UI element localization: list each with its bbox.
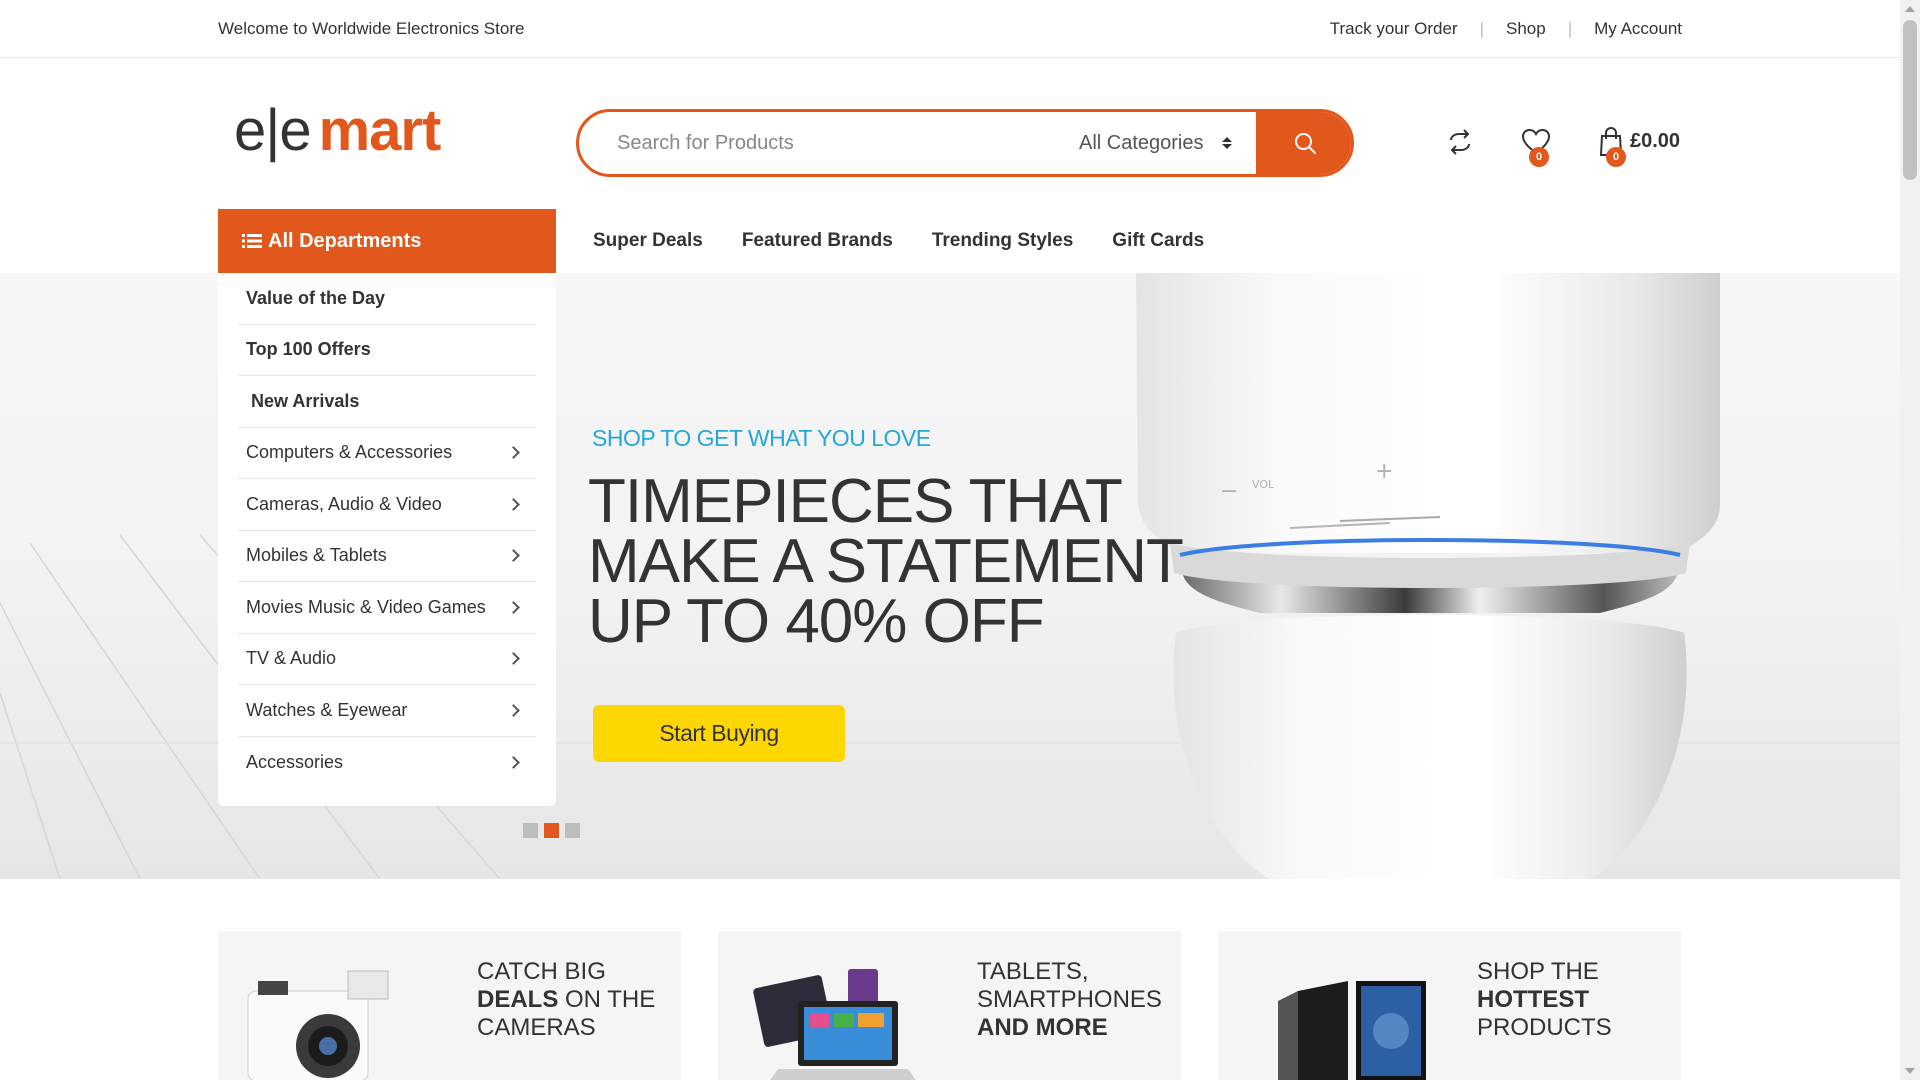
promo-card-hottest[interactable]: SHOP THE HOTTEST PRODUCTS <box>1218 931 1681 1080</box>
compare-icon <box>1450 129 1470 155</box>
main-nav: Super Deals Featured Brands Trending Sty… <box>593 230 1204 252</box>
cart-count-badge: 0 <box>1606 147 1626 167</box>
dept-item-label: Mobiles & Tablets <box>246 545 387 566</box>
compare-button[interactable] <box>1447 129 1473 160</box>
hero-subtitle: SHOP TO GET WHAT YOU LOVE <box>592 425 931 451</box>
hero-title-line: TIMEPIECES THAT <box>588 467 1123 536</box>
desktop-product-image <box>1278 981 1426 1080</box>
promo-line-bold: DEALS <box>477 986 559 1013</box>
dept-item-movies-music-games[interactable]: Movies Music & Video Games <box>238 582 536 634</box>
slider-dot-1[interactable] <box>523 823 538 838</box>
all-departments-button[interactable]: All Departments <box>218 209 556 273</box>
welcome-message: Welcome to Worldwide Electronics Store <box>218 19 525 38</box>
slider-dot-3[interactable] <box>565 823 580 838</box>
promo-line: CATCH BIG <box>477 958 606 985</box>
dept-item-value-of-the-day[interactable]: Value of the Day <box>238 273 536 325</box>
promo-line-bold: HOTTEST <box>1477 986 1589 1013</box>
separator: | <box>1479 19 1484 38</box>
departments-menu: Value of the Day Top 100 Offers New Arri… <box>218 273 556 806</box>
logo-text-mart: mart <box>318 98 442 163</box>
scroll-up-arrow-icon[interactable] <box>1905 6 1915 12</box>
dept-item-label: Top 100 Offers <box>246 339 371 360</box>
my-account-link[interactable]: My Account <box>1594 19 1682 39</box>
dept-item-tv-audio[interactable]: TV & Audio <box>238 634 536 685</box>
nav-featured-brands[interactable]: Featured Brands <box>742 230 893 252</box>
chevron-right-icon <box>507 549 520 563</box>
promo-line: SMARTPHONES <box>977 986 1162 1013</box>
top-bar: Welcome to Worldwide Electronics Store T… <box>0 0 1900 58</box>
chevron-right-icon <box>507 497 520 511</box>
dept-item-label: Accessories <box>246 751 344 772</box>
promo-card-cameras[interactable]: CATCH BIG DEALS ON THE CAMERAS <box>218 931 681 1080</box>
search-input[interactable] <box>579 112 1077 174</box>
scroll-down-arrow-icon[interactable] <box>1905 1068 1915 1074</box>
category-select[interactable]: All Categories <box>1077 112 1259 174</box>
dept-item-label: Cameras, Audio & Video <box>246 493 442 514</box>
slider-dots <box>523 823 580 838</box>
chevron-right-icon <box>507 755 520 769</box>
dept-item-label: Movies Music & Video Games <box>246 596 486 617</box>
track-order-link[interactable]: Track your Order <box>1330 19 1458 39</box>
promo-line: CAMERAS <box>477 1014 596 1041</box>
hero-title: TIMEPIECES THAT MAKE A STATEMENT UP TO 4… <box>588 467 1184 656</box>
promo-card-tablets[interactable]: TABLETS, SMARTPHONES AND MORE <box>718 931 1181 1080</box>
camera-product-image <box>247 970 389 1080</box>
dept-item-new-arrivals[interactable]: New Arrivals <box>238 376 536 428</box>
promo-line-bold: AND MORE <box>977 1014 1108 1041</box>
dept-item-label: Value of the Day <box>246 287 386 308</box>
logo-text-ele: e|e <box>234 98 312 163</box>
promo-line: PRODUCTS <box>1477 1014 1612 1041</box>
category-select-value: All Categories <box>1079 131 1204 154</box>
speaker-vol-label: VOL <box>1252 478 1275 491</box>
dept-item-watches-eyewear[interactable]: Watches & Eyewear <box>238 685 536 737</box>
dept-item-label: New Arrivals <box>251 390 360 411</box>
chevron-right-icon <box>507 652 520 666</box>
chevron-right-icon <box>507 446 520 460</box>
dept-item-label: Computers & Accessories <box>246 442 453 463</box>
dept-item-accessories[interactable]: Accessories <box>238 737 536 789</box>
promo-line: SHOP THE <box>1477 958 1599 985</box>
promo-line: TABLETS, <box>977 958 1089 985</box>
scrollbar-thumb[interactable] <box>1903 20 1917 180</box>
dept-item-label: Watches & Eyewear <box>246 699 408 720</box>
slider-dot-2[interactable] <box>544 823 559 838</box>
search-button[interactable] <box>1259 112 1351 174</box>
dept-item-computers-accessories[interactable]: Computers & Accessories <box>238 428 536 479</box>
speaker-plus-label: + <box>1375 459 1393 484</box>
all-departments-label: All Departments <box>268 229 422 252</box>
chevron-right-icon <box>507 703 520 717</box>
nav-trending-styles[interactable]: Trending Styles <box>932 230 1073 252</box>
tablet-laptop-product-image <box>753 969 916 1080</box>
separator: | <box>1567 19 1573 38</box>
hero-title-line: MAKE A STATEMENT <box>588 527 1184 596</box>
speaker-product-image: VOL − + <box>1136 273 1720 879</box>
nav-super-deals[interactable]: Super Deals <box>593 230 703 252</box>
nav-gift-cards[interactable]: Gift Cards <box>1112 230 1204 252</box>
dept-item-label: TV & Audio <box>246 648 337 669</box>
search-bar: All Categories <box>576 109 1354 177</box>
dept-item-top-100-offers[interactable]: Top 100 Offers <box>238 325 536 376</box>
chevron-right-icon <box>507 600 520 614</box>
wishlist-button[interactable]: 0 <box>1521 128 1551 167</box>
menu-list-icon <box>242 234 262 248</box>
promo-text: CATCH BIG DEALS ON THE CAMERAS <box>477 958 655 1042</box>
speaker-minus-label: − <box>1220 479 1238 504</box>
promo-line: ON THE <box>558 986 656 1013</box>
promo-text: TABLETS, SMARTPHONES AND MORE <box>977 958 1162 1042</box>
top-links: Track your Order | Shop | My Account <box>1330 19 1682 39</box>
search-icon <box>1295 133 1316 154</box>
page-scrollbar[interactable] <box>1900 0 1920 1080</box>
dept-item-cameras-audio-video[interactable]: Cameras, Audio & Video <box>238 479 536 531</box>
cart-total[interactable]: £0.00 <box>1630 130 1680 153</box>
logo[interactable]: e|e mart <box>234 102 441 160</box>
shop-link[interactable]: Shop <box>1506 19 1546 39</box>
wishlist-count-badge: 0 <box>1529 147 1549 167</box>
dept-item-mobiles-tablets[interactable]: Mobiles & Tablets <box>238 531 536 582</box>
select-arrows-icon <box>1221 137 1232 149</box>
cart-button[interactable]: 0 <box>1598 127 1626 167</box>
promo-text: SHOP THE HOTTEST PRODUCTS <box>1477 958 1612 1042</box>
start-buying-button[interactable]: Start Buying <box>593 705 845 762</box>
hero-title-line: UP TO 40% OFF <box>588 587 1045 656</box>
